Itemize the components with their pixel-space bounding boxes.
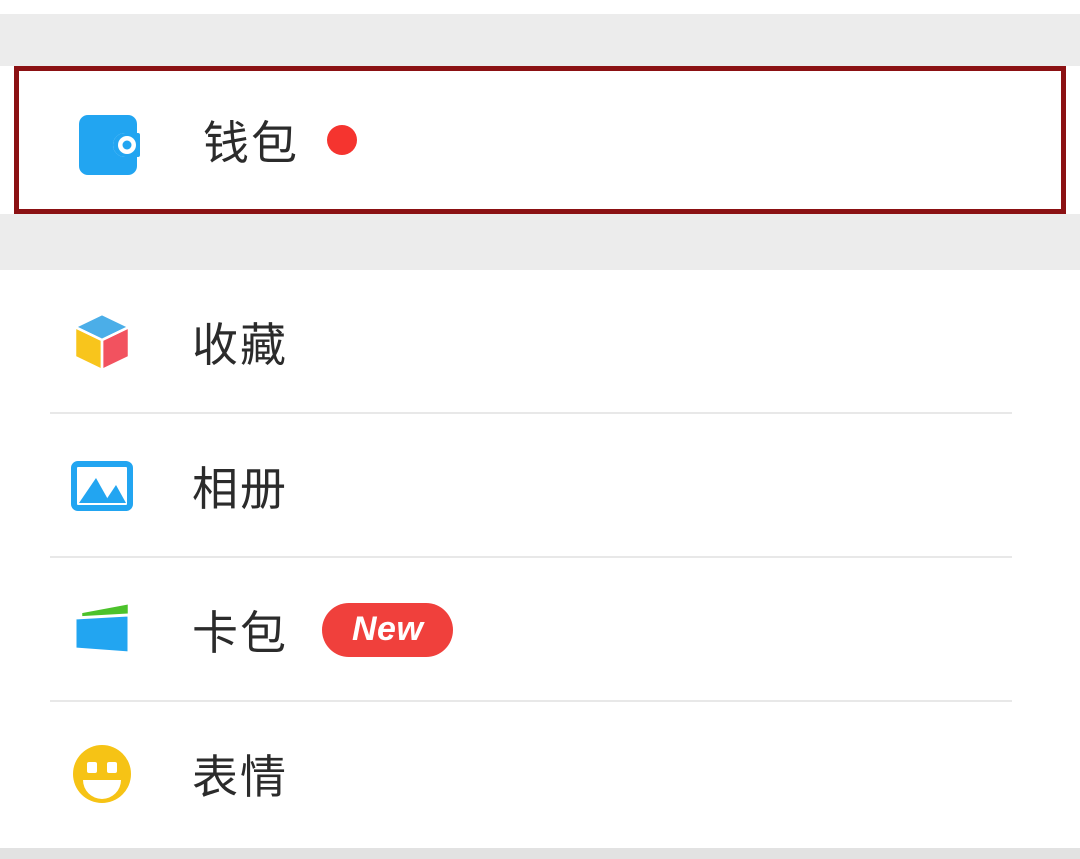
menu-list: 收藏 相册 卡包 New 表情 <box>0 270 1080 848</box>
list-item-wallet[interactable]: 钱包 <box>19 71 1061 209</box>
list-item-favorites[interactable]: 收藏 <box>0 270 1080 414</box>
list-item-album[interactable]: 相册 <box>0 414 1080 558</box>
wallet-icon <box>69 102 145 178</box>
list-item-label: 卡包 <box>192 606 288 660</box>
list-item-emoji[interactable]: 表情 <box>0 702 1080 846</box>
wallet-highlight-frame: 钱包 <box>14 66 1066 214</box>
list-item-label: 表情 <box>192 750 288 804</box>
list-item-label: 相册 <box>192 462 288 516</box>
list-item-label: 钱包 <box>203 116 299 170</box>
section-gray-gap <box>0 214 1080 270</box>
new-badge: New <box>322 603 454 657</box>
list-item-cardpackage[interactable]: 卡包 New <box>0 558 1080 702</box>
cube-icon <box>64 304 140 380</box>
notification-dot <box>327 125 357 155</box>
bottom-gray-strip <box>0 848 1080 859</box>
top-gray-separator <box>0 14 1080 66</box>
photo-icon <box>64 448 140 524</box>
screen: 钱包 收藏 相册 卡包 New 表情 <box>0 0 1080 859</box>
top-white-strip <box>0 0 1080 14</box>
cardholder-icon <box>64 592 140 668</box>
list-item-label: 收藏 <box>192 318 288 372</box>
smiley-icon <box>64 736 140 812</box>
